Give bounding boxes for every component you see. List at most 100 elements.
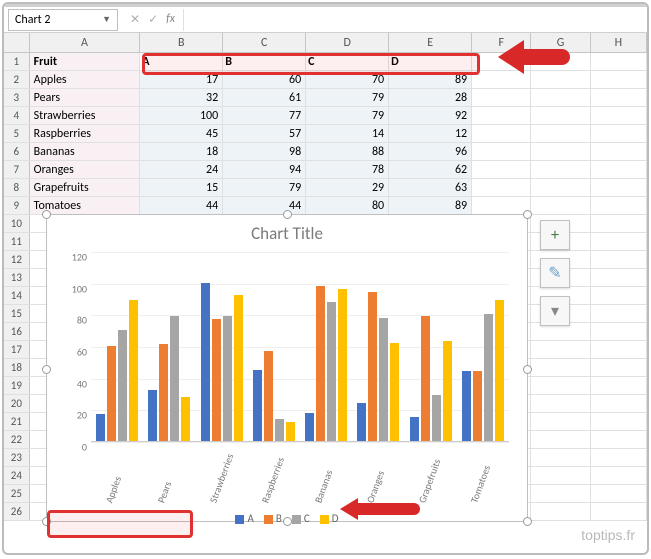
bar[interactable]	[118, 330, 127, 441]
row-header[interactable]: 17	[4, 341, 30, 358]
cell[interactable]	[591, 395, 647, 412]
col-header[interactable]: B	[140, 33, 223, 52]
bar[interactable]	[443, 341, 452, 441]
cell[interactable]: 57	[223, 125, 306, 142]
resize-handle[interactable]	[283, 210, 292, 219]
cell[interactable]	[531, 395, 590, 412]
bar[interactable]	[338, 289, 347, 441]
name-box-dropdown-icon[interactable]: ▼	[102, 14, 111, 25]
row-header[interactable]: 7	[4, 161, 30, 178]
cell[interactable]: Pears	[30, 89, 141, 106]
cell[interactable]	[531, 485, 590, 502]
bar[interactable]	[305, 413, 314, 442]
cell[interactable]	[531, 197, 590, 214]
bar[interactable]	[170, 316, 179, 441]
row-header[interactable]: 12	[4, 251, 30, 268]
cell[interactable]	[531, 449, 590, 466]
bar[interactable]	[264, 351, 273, 441]
cell[interactable]: 12	[389, 125, 472, 142]
row-header[interactable]: 15	[4, 305, 30, 322]
row-header[interactable]: 9	[4, 197, 30, 214]
resize-handle[interactable]	[42, 210, 51, 219]
bar-group[interactable]	[148, 316, 190, 441]
cell[interactable]: 18	[140, 143, 223, 160]
cell[interactable]	[472, 89, 531, 106]
cell[interactable]: D	[389, 53, 472, 70]
cell[interactable]	[591, 125, 647, 142]
row-header[interactable]: 14	[4, 287, 30, 304]
cell[interactable]: 44	[223, 197, 306, 214]
bar[interactable]	[390, 343, 399, 441]
bar-group[interactable]	[410, 316, 452, 441]
cell[interactable]: B	[223, 53, 306, 70]
row-header[interactable]: 16	[4, 323, 30, 340]
bar-group[interactable]	[462, 300, 504, 441]
bar[interactable]	[327, 302, 336, 441]
bar-group[interactable]	[305, 286, 347, 441]
cell[interactable]	[531, 359, 590, 376]
cell[interactable]: 45	[140, 125, 223, 142]
bar[interactable]	[129, 300, 138, 441]
cell[interactable]	[591, 251, 647, 268]
row-header[interactable]: 1	[4, 53, 30, 70]
cell[interactable]	[591, 269, 647, 286]
row-header[interactable]: 4	[4, 107, 30, 124]
cell[interactable]	[591, 197, 647, 214]
cell[interactable]	[531, 143, 590, 160]
cell[interactable]	[591, 305, 647, 322]
cell[interactable]: 89	[389, 71, 472, 88]
formula-input[interactable]	[183, 9, 647, 31]
bar[interactable]	[421, 316, 430, 441]
cell[interactable]	[531, 413, 590, 430]
cell[interactable]	[591, 341, 647, 358]
cell[interactable]: 62	[389, 161, 472, 178]
row-header[interactable]: 26	[4, 503, 30, 520]
bar[interactable]	[234, 295, 243, 441]
bar[interactable]	[379, 318, 388, 442]
cell[interactable]: Strawberries	[30, 107, 141, 124]
cell[interactable]: 15	[140, 179, 223, 196]
col-header[interactable]: E	[389, 33, 472, 52]
cell[interactable]	[531, 467, 590, 484]
cell[interactable]	[591, 71, 647, 88]
cell[interactable]: 79	[306, 89, 389, 106]
row-header[interactable]: 8	[4, 179, 30, 196]
cell[interactable]	[591, 413, 647, 430]
chart-plot-area[interactable]: 020406080100120	[91, 252, 509, 442]
cell[interactable]	[591, 233, 647, 250]
bar[interactable]	[253, 370, 262, 441]
bar[interactable]	[495, 300, 504, 441]
row-header[interactable]: 25	[4, 485, 30, 502]
cell[interactable]	[472, 143, 531, 160]
bar[interactable]	[275, 419, 284, 441]
resize-handle[interactable]	[523, 210, 532, 219]
cell[interactable]	[531, 503, 590, 520]
col-header[interactable]: D	[306, 33, 389, 52]
cell[interactable]: Oranges	[30, 161, 141, 178]
cell[interactable]	[531, 377, 590, 394]
col-header[interactable]: C	[223, 33, 306, 52]
bar-group[interactable]	[201, 283, 243, 441]
bar[interactable]	[201, 283, 210, 441]
row-header[interactable]: 5	[4, 125, 30, 142]
resize-handle[interactable]	[42, 365, 51, 374]
cell[interactable]	[472, 107, 531, 124]
cell[interactable]: Grapefruits	[30, 179, 141, 196]
chart-title[interactable]: Chart Title	[47, 215, 527, 248]
name-box[interactable]: Chart 2 ▼	[8, 9, 118, 31]
cell[interactable]	[472, 197, 531, 214]
row-header[interactable]: 23	[4, 449, 30, 466]
chart-elements-button[interactable]: +	[540, 220, 570, 250]
row-header[interactable]: 3	[4, 89, 30, 106]
cell[interactable]: 79	[223, 179, 306, 196]
row-header[interactable]: 22	[4, 431, 30, 448]
cell[interactable]	[591, 161, 647, 178]
cell[interactable]: 24	[140, 161, 223, 178]
bar[interactable]	[462, 371, 471, 441]
cell[interactable]: 61	[223, 89, 306, 106]
cell[interactable]	[591, 53, 647, 70]
row-header[interactable]: 18	[4, 359, 30, 376]
cell[interactable]	[531, 179, 590, 196]
cell[interactable]: Bananas	[30, 143, 141, 160]
bar[interactable]	[148, 390, 157, 441]
